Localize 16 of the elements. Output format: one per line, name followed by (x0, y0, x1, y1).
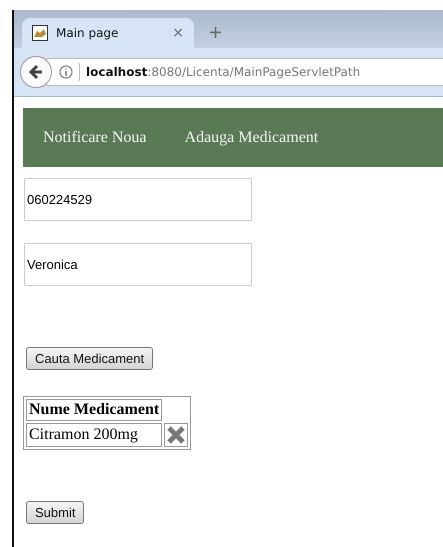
close-tab-button[interactable]: × (172, 25, 184, 41)
column-header: Nume Medicament (26, 399, 162, 421)
info-icon (59, 65, 73, 79)
delete-icon[interactable] (166, 425, 186, 445)
submit-button[interactable]: Submit (26, 501, 84, 524)
search-button[interactable]: Cauta Medicament (26, 347, 154, 370)
back-button[interactable] (20, 56, 52, 88)
text-field[interactable]: Veronica (24, 243, 252, 286)
nav-link[interactable]: Notificare Noua (43, 128, 147, 146)
back-arrow-icon (28, 64, 44, 80)
nav-link[interactable]: Adauga Medicament (184, 128, 318, 146)
tab-title: Main page (56, 26, 120, 40)
text-field[interactable]: 060224529 (24, 178, 252, 221)
browser-tab[interactable]: Main page × (22, 18, 194, 48)
table-cell: Citramon 200mg (26, 423, 162, 447)
address-bar[interactable]: localhost:8080/Licenta/MainPageServletPath (46, 58, 443, 86)
